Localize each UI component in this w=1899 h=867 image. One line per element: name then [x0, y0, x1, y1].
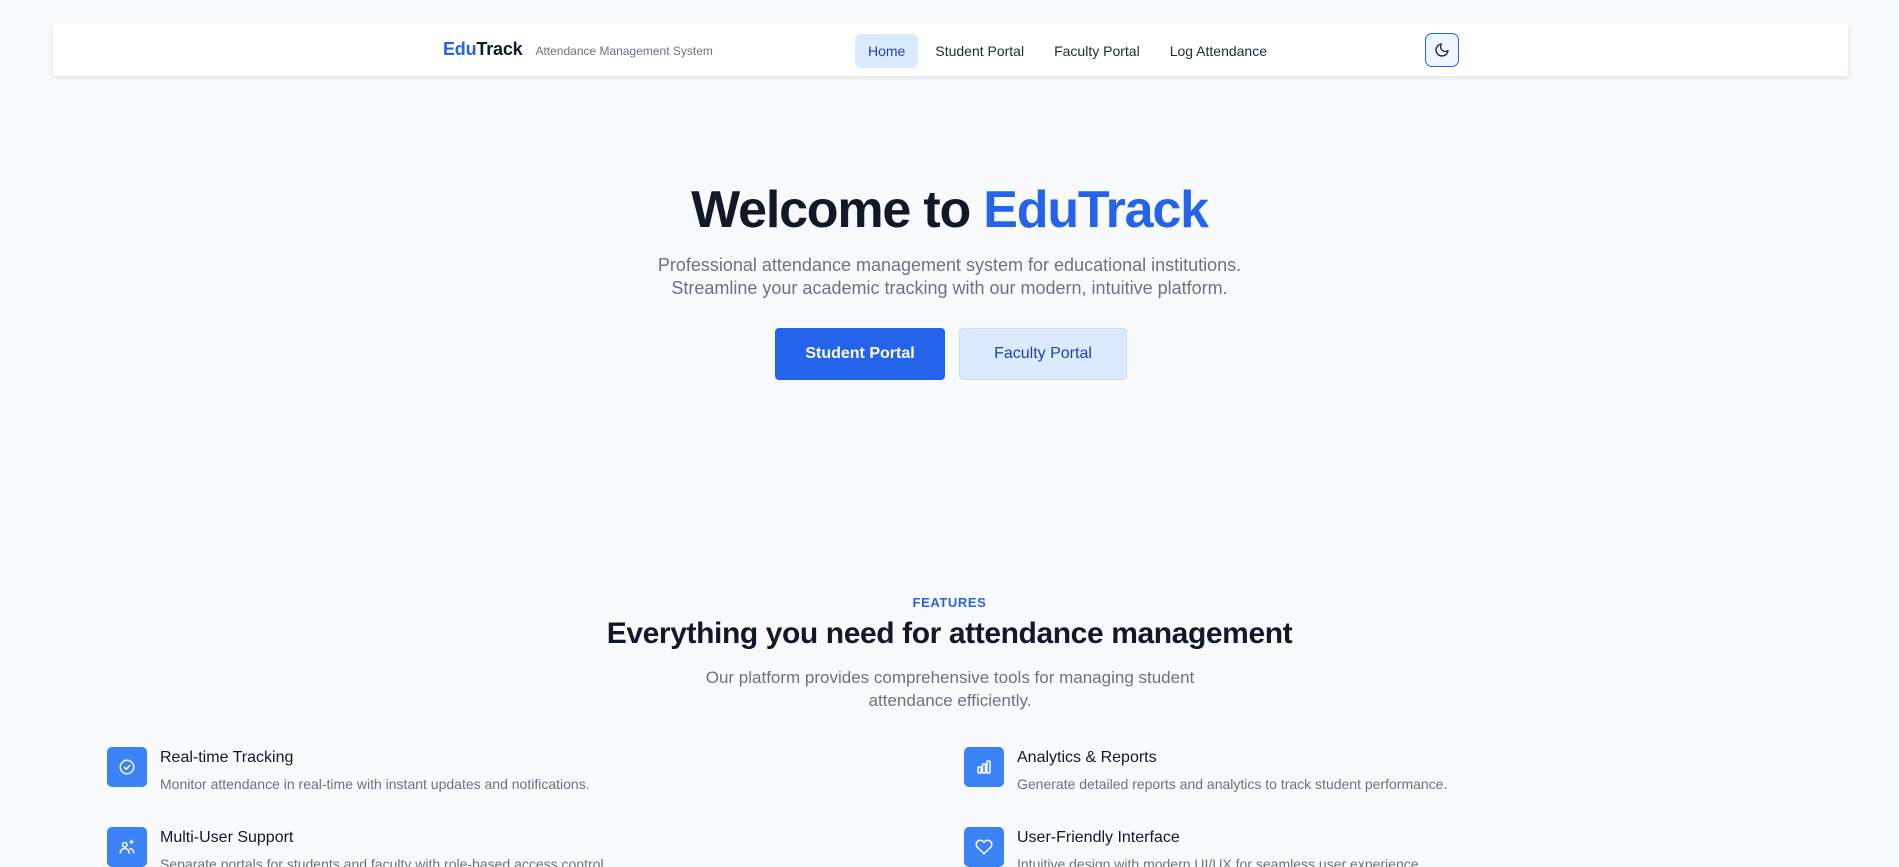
hero-title-accent: EduTrack [983, 181, 1209, 239]
feature-text: User-Friendly Interface Intuitive design… [1017, 827, 1422, 867]
feature-text: Real-time Tracking Monitor attendance in… [160, 747, 590, 792]
brand-track: Track [476, 39, 523, 59]
brand-tagline: Attendance Management System [535, 44, 713, 58]
faculty-portal-button[interactable]: Faculty Portal [959, 328, 1127, 380]
hero-buttons: Student Portal Faculty Portal [775, 328, 1127, 380]
users-icon [107, 827, 147, 867]
navbar: EduTrack Attendance Management System Ho… [53, 24, 1848, 76]
feature-analytics-reports: Analytics & Reports Generate detailed re… [964, 747, 1447, 792]
hero-subtitle-line-2: Streamline your academic tracking with o… [671, 278, 1228, 298]
hero-title: Welcome to EduTrack [0, 180, 1899, 240]
features-title: Everything you need for attendance manag… [606, 617, 1293, 650]
feature-user-friendly-interface: User-Friendly Interface Intuitive design… [964, 827, 1422, 867]
feature-text: Analytics & Reports Generate detailed re… [1017, 747, 1447, 792]
hero-subtitle: Professional attendance management syste… [0, 254, 1899, 300]
nav-link-student-portal[interactable]: Student Portal [922, 34, 1037, 68]
feature-multi-user-support: Multi-User Support Separate portals for … [107, 827, 607, 867]
features-subtitle: Our platform provides comprehensive tool… [705, 668, 1195, 710]
nav-link-faculty-portal[interactable]: Faculty Portal [1041, 34, 1153, 68]
hero-subtitle-line-1: Professional attendance management syste… [657, 255, 1242, 275]
feature-description: Generate detailed reports and analytics … [1017, 776, 1448, 792]
feature-title: Analytics & Reports [1017, 749, 1157, 766]
heart-icon [964, 827, 1004, 867]
feature-description: Separate portals for students and facult… [160, 856, 608, 867]
brand-logo[interactable]: EduTrack [443, 39, 523, 60]
features-eyebrow: FEATURES [912, 595, 987, 610]
feature-description: Intuitive design with modern UI/UX for s… [1017, 856, 1423, 867]
feature-text: Multi-User Support Separate portals for … [160, 827, 607, 867]
nav-link-home[interactable]: Home [855, 34, 919, 68]
feature-title: Real-time Tracking [160, 749, 294, 766]
feature-title: Multi-User Support [160, 829, 294, 846]
student-portal-button[interactable]: Student Portal [775, 328, 945, 380]
nav-link-log-attendance[interactable]: Log Attendance [1157, 34, 1280, 68]
brand[interactable]: EduTrack Attendance Management System [443, 39, 713, 60]
check-circle-icon [107, 747, 147, 787]
hero-title-prefix: Welcome to [691, 181, 984, 239]
moon-icon [1435, 43, 1449, 57]
theme-toggle-button[interactable] [1425, 33, 1459, 67]
feature-title: User-Friendly Interface [1017, 829, 1180, 846]
nav-links: Home Student Portal Faculty Portal Log A… [855, 34, 1284, 68]
feature-real-time-tracking: Real-time Tracking Monitor attendance in… [107, 747, 590, 792]
bar-chart-icon [964, 747, 1004, 787]
page: EduTrack Attendance Management System Ho… [0, 0, 1899, 867]
brand-edu: Edu [443, 39, 477, 59]
feature-description: Monitor attendance in real-time with ins… [160, 776, 590, 792]
